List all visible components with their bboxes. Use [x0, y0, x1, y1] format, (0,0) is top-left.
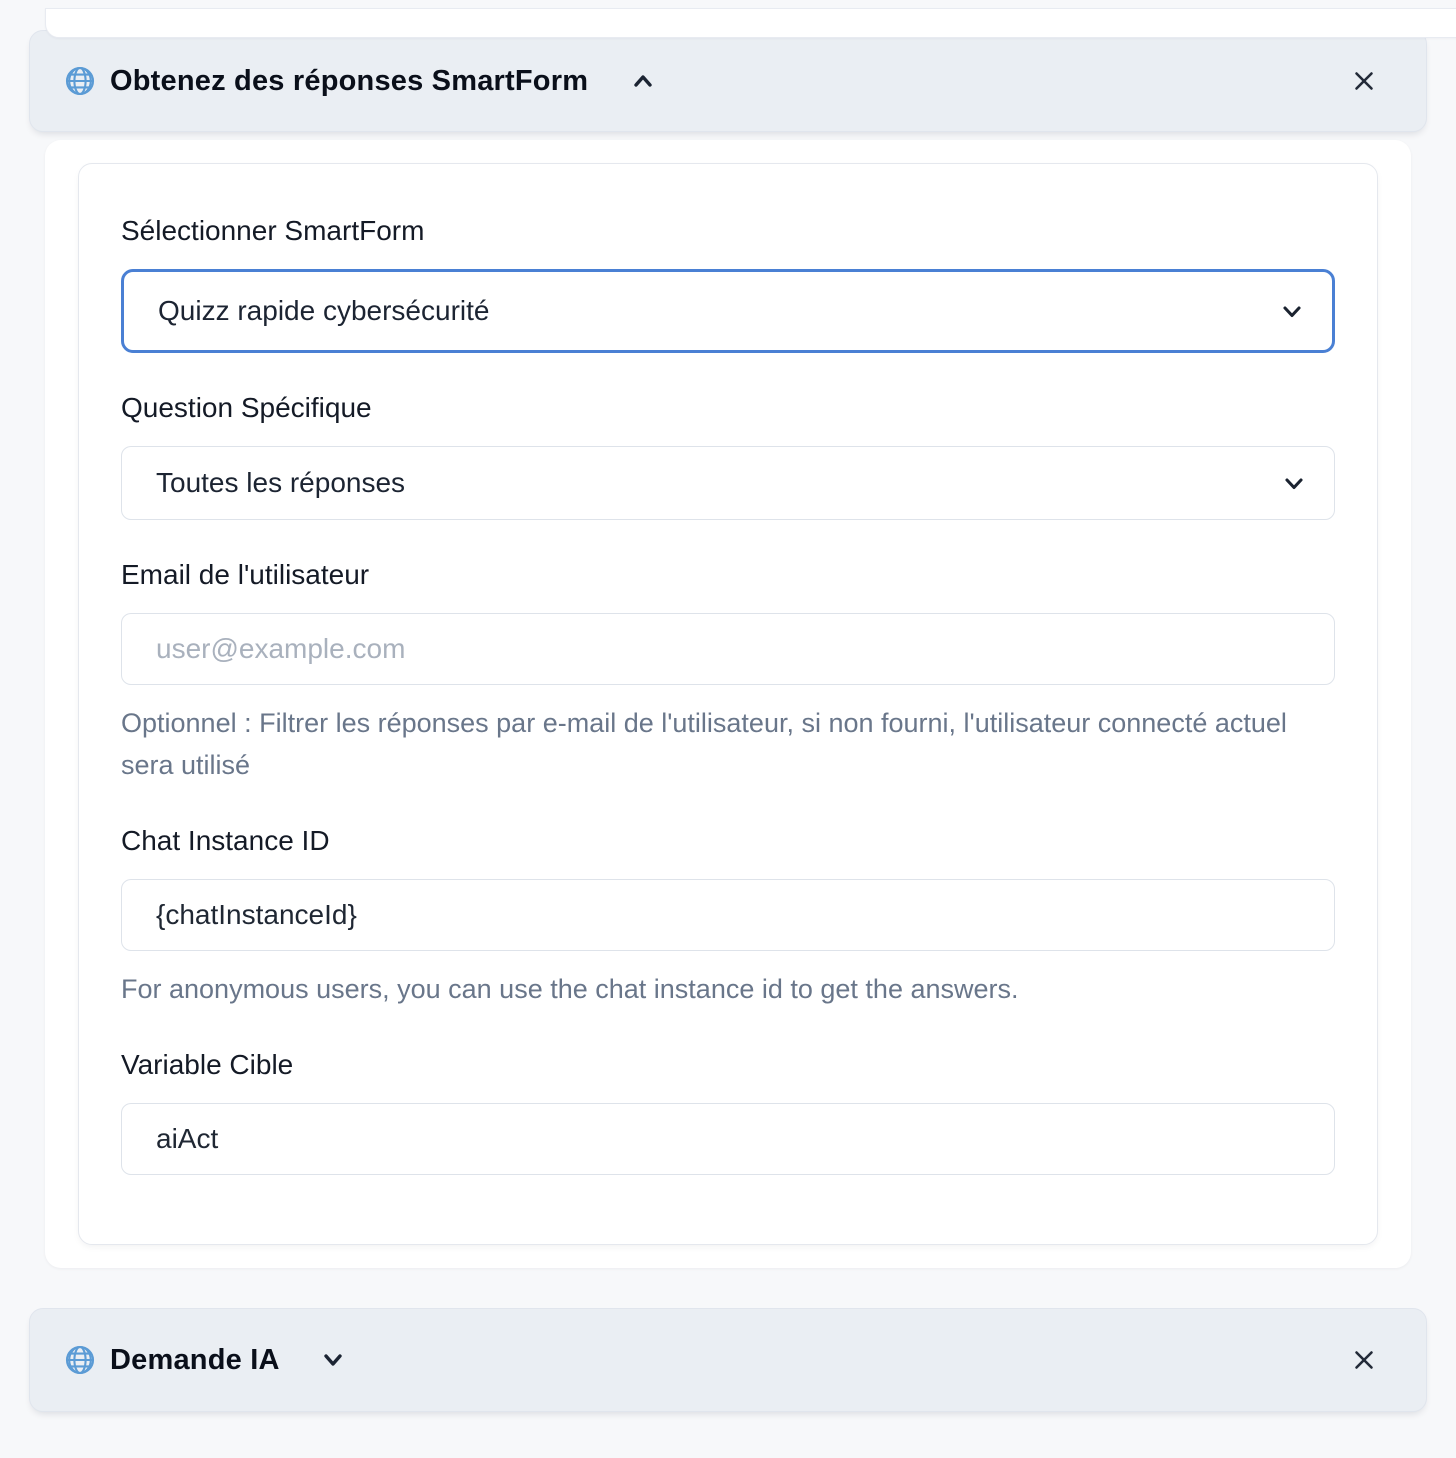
target-variable-label: Variable Cible	[121, 1048, 1335, 1082]
chevron-down-icon	[1278, 297, 1306, 325]
chevron-down-icon	[318, 1345, 348, 1375]
target-variable-input[interactable]	[121, 1103, 1335, 1175]
question-select-value: Toutes les réponses	[156, 467, 405, 499]
panel-title: Demande IA	[110, 1344, 280, 1377]
globe-icon	[64, 1344, 96, 1376]
expand-button[interactable]	[318, 1345, 348, 1375]
field-group-chat-instance: Chat Instance ID For anonymous users, yo…	[121, 824, 1335, 1010]
globe-icon	[64, 65, 96, 97]
chat-instance-input[interactable]	[121, 879, 1335, 951]
email-help-text: Optionnel : Filtrer les réponses par e-m…	[121, 702, 1335, 786]
email-field-label: Email de l'utilisateur	[121, 558, 1335, 592]
chevron-down-icon	[1280, 469, 1308, 497]
email-input[interactable]	[121, 613, 1335, 685]
field-group-email: Email de l'utilisateur Optionnel : Filtr…	[121, 558, 1335, 786]
chat-instance-label: Chat Instance ID	[121, 824, 1335, 858]
field-group-smartform: Sélectionner SmartForm Quizz rapide cybe…	[121, 214, 1335, 353]
collapse-button[interactable]	[628, 66, 658, 96]
field-group-target-variable: Variable Cible	[121, 1048, 1335, 1175]
previous-card-edge	[45, 8, 1456, 38]
demande-ia-panel-header[interactable]: Demande IA	[29, 1308, 1427, 1412]
close-button[interactable]	[1348, 1344, 1380, 1376]
close-icon	[1348, 1344, 1380, 1376]
panel-title: Obtenez des réponses SmartForm	[110, 65, 588, 98]
close-icon	[1348, 65, 1380, 97]
chevron-up-icon	[628, 66, 658, 96]
smartform-select[interactable]: Quizz rapide cybersécurité	[121, 269, 1335, 353]
field-group-question: Question Spécifique Toutes les réponses	[121, 391, 1335, 520]
smartform-select-label: Sélectionner SmartForm	[121, 214, 1335, 248]
smartform-panel-header[interactable]: Obtenez des réponses SmartForm	[29, 30, 1427, 132]
smartform-panel-body: Sélectionner SmartForm Quizz rapide cybe…	[45, 140, 1411, 1268]
chat-instance-help-text: For anonymous users, you can use the cha…	[121, 968, 1335, 1010]
smartform-select-value: Quizz rapide cybersécurité	[158, 295, 489, 327]
close-button[interactable]	[1348, 65, 1380, 97]
question-select-label: Question Spécifique	[121, 391, 1335, 425]
question-select[interactable]: Toutes les réponses	[121, 446, 1335, 520]
form-card: Sélectionner SmartForm Quizz rapide cybe…	[78, 163, 1378, 1245]
